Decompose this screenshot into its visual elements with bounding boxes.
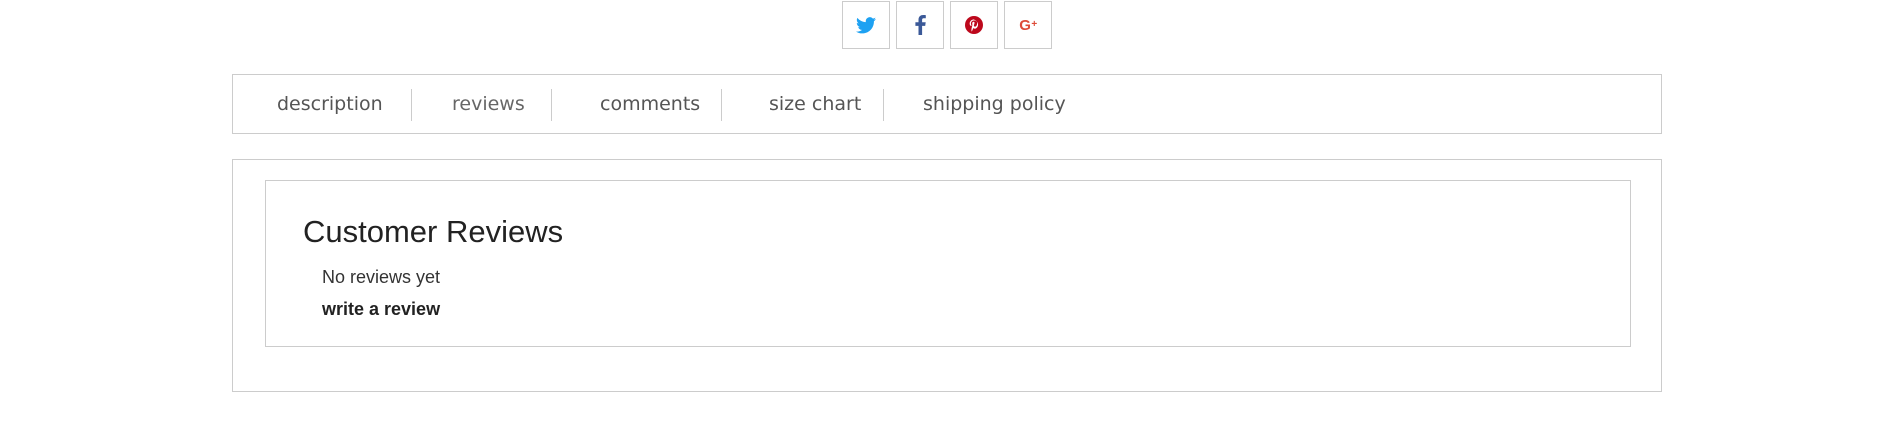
- social-share-bar: G+: [842, 1, 1052, 49]
- tab-divider: [551, 89, 552, 121]
- google-plus-glyph-sup: +: [1031, 18, 1037, 30]
- facebook-share-button[interactable]: [896, 1, 944, 49]
- tab-reviews[interactable]: reviews: [452, 75, 525, 133]
- customer-reviews-box: [265, 180, 1631, 347]
- tab-divider: [721, 89, 722, 121]
- facebook-icon: [914, 15, 926, 35]
- tab-comments[interactable]: comments: [600, 75, 700, 133]
- tab-size-chart[interactable]: size chart: [769, 75, 861, 133]
- product-tabs: description reviews comments size chart …: [232, 74, 1662, 134]
- google-plus-icon: G+: [1019, 18, 1037, 33]
- google-plus-glyph: G: [1019, 16, 1031, 34]
- google-plus-share-button[interactable]: G+: [1004, 1, 1052, 49]
- tab-description[interactable]: description: [277, 75, 383, 133]
- write-review-link[interactable]: write a review: [322, 299, 440, 320]
- tab-divider: [883, 89, 884, 121]
- customer-reviews-heading: Customer Reviews: [303, 214, 564, 249]
- tab-shipping-policy[interactable]: shipping policy: [923, 75, 1066, 133]
- pinterest-icon: [965, 16, 983, 34]
- pinterest-share-button[interactable]: [950, 1, 998, 49]
- twitter-share-button[interactable]: [842, 1, 890, 49]
- product-tabs-section: G+ description reviews comments size cha…: [0, 0, 1891, 429]
- twitter-icon: [856, 16, 876, 33]
- no-reviews-message: No reviews yet: [322, 267, 441, 287]
- tab-divider: [411, 89, 412, 121]
